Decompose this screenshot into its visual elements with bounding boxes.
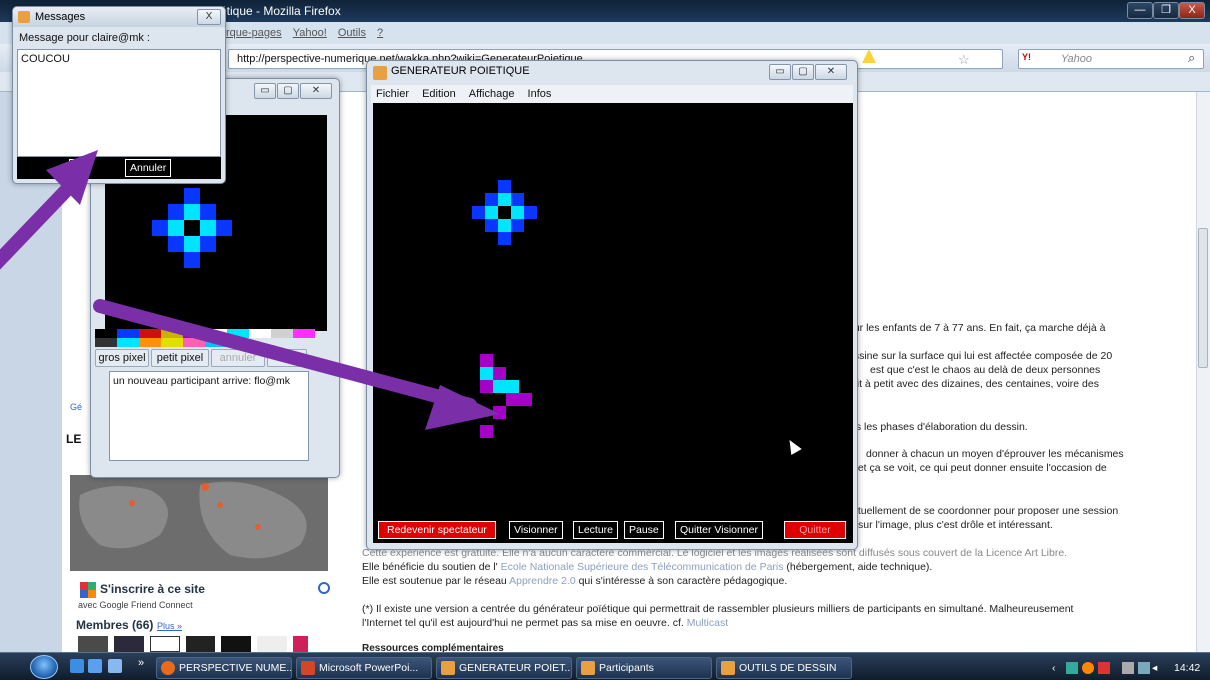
overflow-chevron-icon[interactable]: »	[138, 657, 144, 669]
taskbar-item-drawing-tools[interactable]: OUTILS DE DESSIN	[716, 657, 852, 679]
tray-icon[interactable]	[1082, 662, 1094, 674]
show-desktop-icon[interactable]	[70, 659, 84, 673]
annotation-arrows	[0, 171, 477, 412]
java-icon	[441, 661, 455, 675]
overlay-layer	[0, 150, 537, 438]
java-icon	[721, 661, 735, 675]
taskbar-item-generator[interactable]: GENERATEUR POIET...	[436, 657, 572, 679]
tray-icon[interactable]	[1098, 662, 1110, 674]
firefox-icon	[161, 661, 175, 675]
quicklaunch-icon[interactable]	[88, 659, 102, 673]
taskbar-label: PERSPECTIVE NUME...	[179, 662, 292, 674]
participant-pixel-diamond	[152, 188, 232, 268]
taskbar-label: OUTILS DE DESSIN	[739, 662, 837, 674]
clock[interactable]: 14:42	[1174, 657, 1200, 679]
system-tray: ‹ ◂ 14:42	[1050, 657, 1210, 679]
java-icon	[581, 661, 595, 675]
windows-taskbar: » PERSPECTIVE NUME... Microsoft PowerPoi…	[0, 652, 1210, 680]
arrow-line	[93, 299, 477, 412]
taskbar-label: Participants	[599, 662, 654, 674]
quicklaunch-icon[interactable]	[108, 659, 122, 673]
tray-icon[interactable]	[1066, 662, 1078, 674]
powerpoint-icon	[301, 661, 315, 675]
taskbar-item-participants[interactable]: Participants	[576, 657, 712, 679]
tray-icon[interactable]	[1138, 662, 1150, 674]
volume-icon[interactable]: ◂	[1152, 657, 1157, 679]
arrow-line	[0, 171, 85, 270]
generator-pixel-cluster	[480, 354, 532, 438]
tray-expand-icon[interactable]: ‹	[1052, 657, 1056, 679]
taskbar-label: Microsoft PowerPoi...	[319, 662, 419, 674]
start-button[interactable]	[30, 655, 58, 679]
generator-pixel-diamond	[472, 180, 537, 245]
taskbar-item-powerpoint[interactable]: Microsoft PowerPoi...	[296, 657, 432, 679]
taskbar-item-firefox[interactable]: PERSPECTIVE NUME...	[156, 657, 292, 679]
network-icon[interactable]	[1122, 662, 1134, 674]
taskbar-label: GENERATEUR POIET...	[459, 662, 572, 674]
